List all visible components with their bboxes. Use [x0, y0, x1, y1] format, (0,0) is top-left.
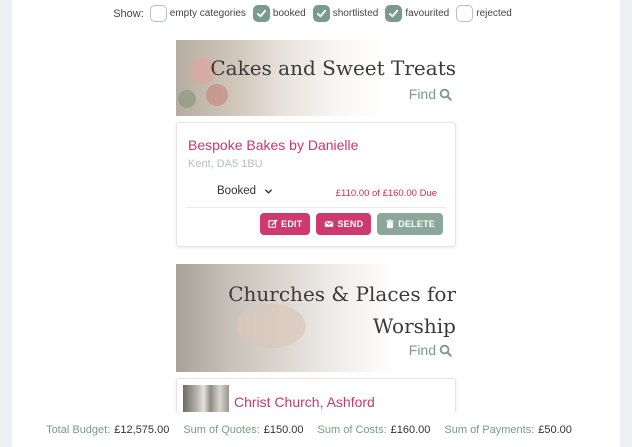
check-icon — [389, 9, 399, 18]
check-icon — [256, 9, 267, 18]
filter-booked[interactable]: booked — [252, 5, 306, 22]
main-panel: Show: empty categories booked shortliste… — [12, 0, 620, 447]
supplier-name[interactable]: Bespoke Bakes by Danielle — [188, 137, 358, 153]
sum-payments-label: Sum of Payments: — [444, 423, 535, 436]
edit-button[interactable]: EDIT — [260, 213, 311, 235]
check-icon — [316, 9, 326, 18]
chevron-down-icon — [265, 188, 272, 194]
find-label: Find — [408, 342, 436, 358]
flower-decor — [206, 84, 228, 106]
delete-label: DELETE — [398, 219, 435, 229]
find-label: Find — [408, 86, 436, 102]
divider — [187, 207, 445, 208]
edit-label: EDIT — [281, 219, 303, 229]
payment-due: £110.00 of £160.00 Due — [335, 188, 437, 199]
sum-quotes-label: Sum of Quotes: — [183, 423, 260, 436]
sum-costs-value: £160.00 — [390, 423, 431, 436]
status-value: Booked — [217, 185, 257, 197]
status-dropdown[interactable]: Booked — [217, 185, 273, 197]
leaf-decor — [178, 90, 196, 108]
category-title-line1: Churches & Places for — [228, 282, 456, 306]
filter-empty-categories[interactable]: empty categories — [149, 5, 246, 22]
edit-icon — [268, 219, 278, 228]
filter-label: shortlisted — [332, 8, 379, 19]
checkbox-rejected[interactable] — [456, 5, 474, 22]
filter-rejected[interactable]: rejected — [456, 5, 512, 22]
envelope-icon — [325, 221, 334, 227]
checkbox-empty-categories[interactable] — [149, 5, 167, 22]
filter-label: rejected — [476, 8, 512, 19]
total-budget-label: Total Budget: — [46, 423, 111, 436]
find-link[interactable]: Find — [409, 342, 452, 358]
supplier-name[interactable]: Christ Church, Ashford — [234, 394, 375, 410]
filter-bar: Show: empty categories booked shortliste… — [12, 5, 620, 22]
sum-payments-value: £50.00 — [538, 423, 572, 436]
filter-label: favourited — [405, 8, 450, 19]
search-icon — [439, 344, 452, 357]
category-title-line2: Worship — [372, 314, 456, 338]
send-button[interactable]: SEND — [316, 213, 372, 235]
card-actions: EDIT SEND DELETE — [254, 213, 443, 235]
category-banner-churches: Churches & Places for Worship Find — [176, 264, 456, 372]
checkbox-shortlisted[interactable] — [312, 5, 330, 22]
totals-bar: Total Budget: £12,575.00 Sum of Quotes: … — [12, 412, 620, 447]
show-label: Show: — [113, 7, 144, 20]
checkbox-booked[interactable] — [252, 5, 270, 22]
checkbox-favourited[interactable] — [385, 5, 403, 22]
total-budget-value: £12,575.00 — [114, 423, 170, 436]
category-banner-cakes: Cakes and Sweet Treats Find — [176, 40, 456, 116]
filter-favourited[interactable]: favourited — [385, 5, 449, 22]
sum-quotes-value: £150.00 — [263, 423, 304, 436]
find-link[interactable]: Find — [409, 86, 452, 102]
delete-button[interactable]: DELETE — [377, 213, 443, 235]
supplier-location: Kent, DA5 1BU — [188, 158, 263, 170]
supplier-thumbnail — [183, 385, 229, 415]
supplier-card: Bespoke Bakes by Danielle Kent, DA5 1BU … — [176, 122, 456, 247]
search-icon — [439, 88, 452, 101]
sum-costs-label: Sum of Costs: — [317, 423, 387, 436]
trash-icon — [386, 219, 395, 229]
filter-label: empty categories — [169, 8, 246, 19]
category-title: Cakes and Sweet Treats — [210, 56, 456, 80]
filter-shortlisted[interactable]: shortlisted — [312, 5, 379, 22]
send-label: SEND — [337, 219, 364, 229]
filter-label: booked — [272, 8, 306, 19]
category-title: Churches & Places for Worship — [228, 278, 456, 342]
